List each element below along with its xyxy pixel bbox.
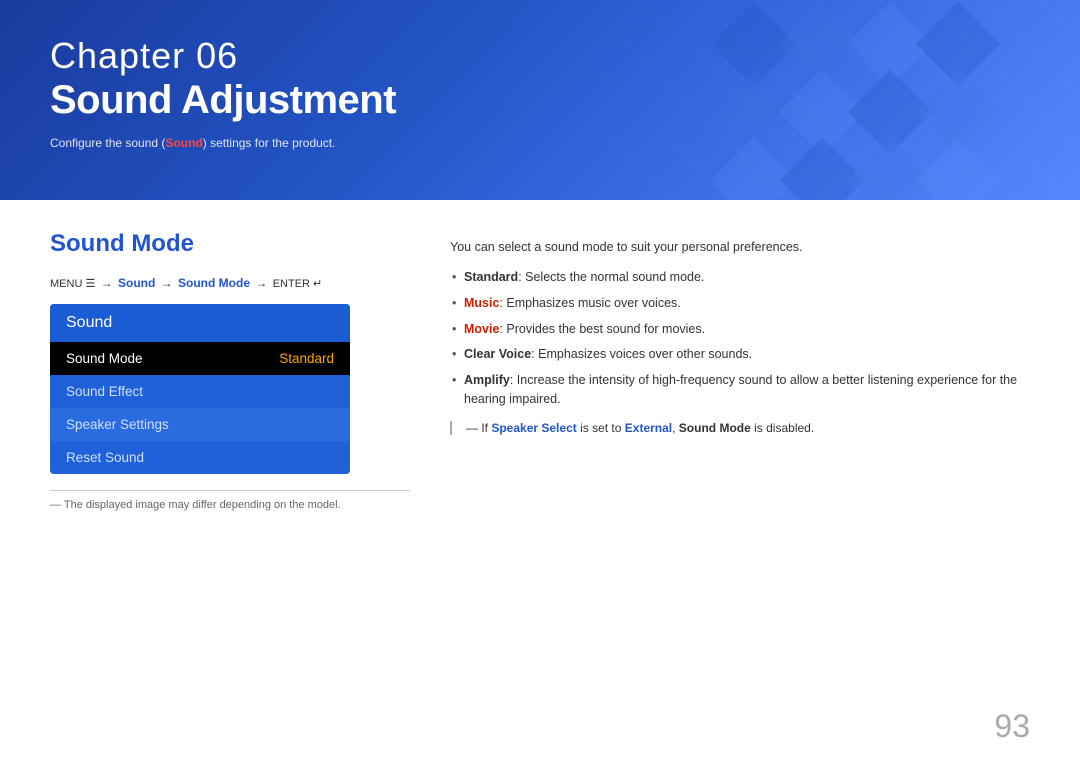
- menu-word: MENU ☰: [50, 278, 95, 290]
- section-title: Sound Mode: [50, 230, 410, 258]
- main-content: Sound Mode MENU ☰ → Sound → Sound Mode →…: [0, 200, 1080, 531]
- tv-menu-header: Sound: [50, 304, 350, 342]
- subtitle-text: Configure the sound (: [50, 136, 165, 150]
- note-middle: is set to: [577, 421, 625, 435]
- bullet-music: Music: Emphasizes music over voices.: [450, 294, 1030, 313]
- note-external: External: [625, 421, 672, 435]
- item-label-sound-effect: Sound Effect: [66, 384, 143, 399]
- description-intro: You can select a sound mode to suit your…: [450, 240, 1030, 254]
- bullet-clear-voice: Clear Voice: Emphasizes voices over othe…: [450, 345, 1030, 364]
- tv-menu-item-speaker-settings[interactable]: Speaker Settings: [50, 408, 350, 441]
- item-label-reset-sound: Reset Sound: [66, 450, 144, 465]
- term-standard: Standard: [464, 270, 518, 284]
- decorative-diamonds: [720, 10, 1040, 200]
- item-value-sound-mode: Standard: [279, 351, 334, 366]
- note-prefix: ― If: [466, 421, 491, 435]
- tv-menu: Sound Sound Mode Standard Sound Effect S…: [50, 304, 350, 474]
- text-standard: : Selects the normal sound mode.: [518, 270, 704, 284]
- tv-menu-item-sound-effect[interactable]: Sound Effect: [50, 375, 350, 408]
- note-suffix: is disabled.: [751, 421, 814, 435]
- tv-menu-item-reset-sound[interactable]: Reset Sound: [50, 441, 350, 474]
- diamond-12: [916, 138, 1001, 200]
- menu-path: MENU ☰ → Sound → Sound Mode → ENTER ↵: [50, 276, 410, 290]
- text-clear-voice: : Emphasizes voices over other sounds.: [531, 347, 752, 361]
- diamond-9: [712, 138, 797, 200]
- term-amplify: Amplify: [464, 373, 510, 387]
- sound-link: Sound: [118, 276, 155, 290]
- text-movie: : Provides the best sound for movies.: [499, 322, 705, 336]
- item-label-speaker-settings: Speaker Settings: [66, 417, 169, 432]
- note-text: ― If Speaker Select is set to External, …: [450, 421, 1030, 435]
- text-music: : Emphasizes music over voices.: [499, 296, 680, 310]
- bullet-amplify: Amplify: Increase the intensity of high-…: [450, 371, 1030, 409]
- sound-mode-link: Sound Mode: [178, 276, 250, 290]
- bullet-standard: Standard: Selects the normal sound mode.: [450, 268, 1030, 287]
- item-label-sound-mode: Sound Mode: [66, 351, 143, 366]
- arrow-2: →: [161, 276, 176, 290]
- arrow-3: →: [255, 276, 270, 290]
- note-speaker-select: Speaker Select: [491, 421, 576, 435]
- term-movie: Movie: [464, 322, 499, 336]
- bullet-list: Standard: Selects the normal sound mode.…: [450, 268, 1030, 409]
- note-bold: , Sound Mode: [672, 421, 751, 435]
- left-column: Sound Mode MENU ☰ → Sound → Sound Mode →…: [50, 230, 410, 511]
- arrow-1: →: [101, 276, 116, 290]
- text-amplify: : Increase the intensity of high-frequen…: [464, 373, 1017, 406]
- subtitle-highlight: Sound: [165, 136, 202, 150]
- right-column: You can select a sound mode to suit your…: [450, 230, 1030, 511]
- bullet-movie: Movie: Provides the best sound for movie…: [450, 320, 1030, 339]
- header-banner: Chapter 06 Sound Adjustment Configure th…: [0, 0, 1080, 200]
- enter-label: ENTER ↵: [273, 278, 323, 290]
- term-music: Music: [464, 296, 499, 310]
- diamond-10: [780, 138, 865, 200]
- footnote: ― The displayed image may differ dependi…: [50, 490, 410, 511]
- diamond-11: [848, 138, 933, 200]
- subtitle-end: ) settings for the product.: [203, 136, 336, 150]
- term-clear-voice: Clear Voice: [464, 347, 531, 361]
- tv-menu-item-sound-mode[interactable]: Sound Mode Standard: [50, 342, 350, 375]
- page-number: 93: [994, 708, 1030, 745]
